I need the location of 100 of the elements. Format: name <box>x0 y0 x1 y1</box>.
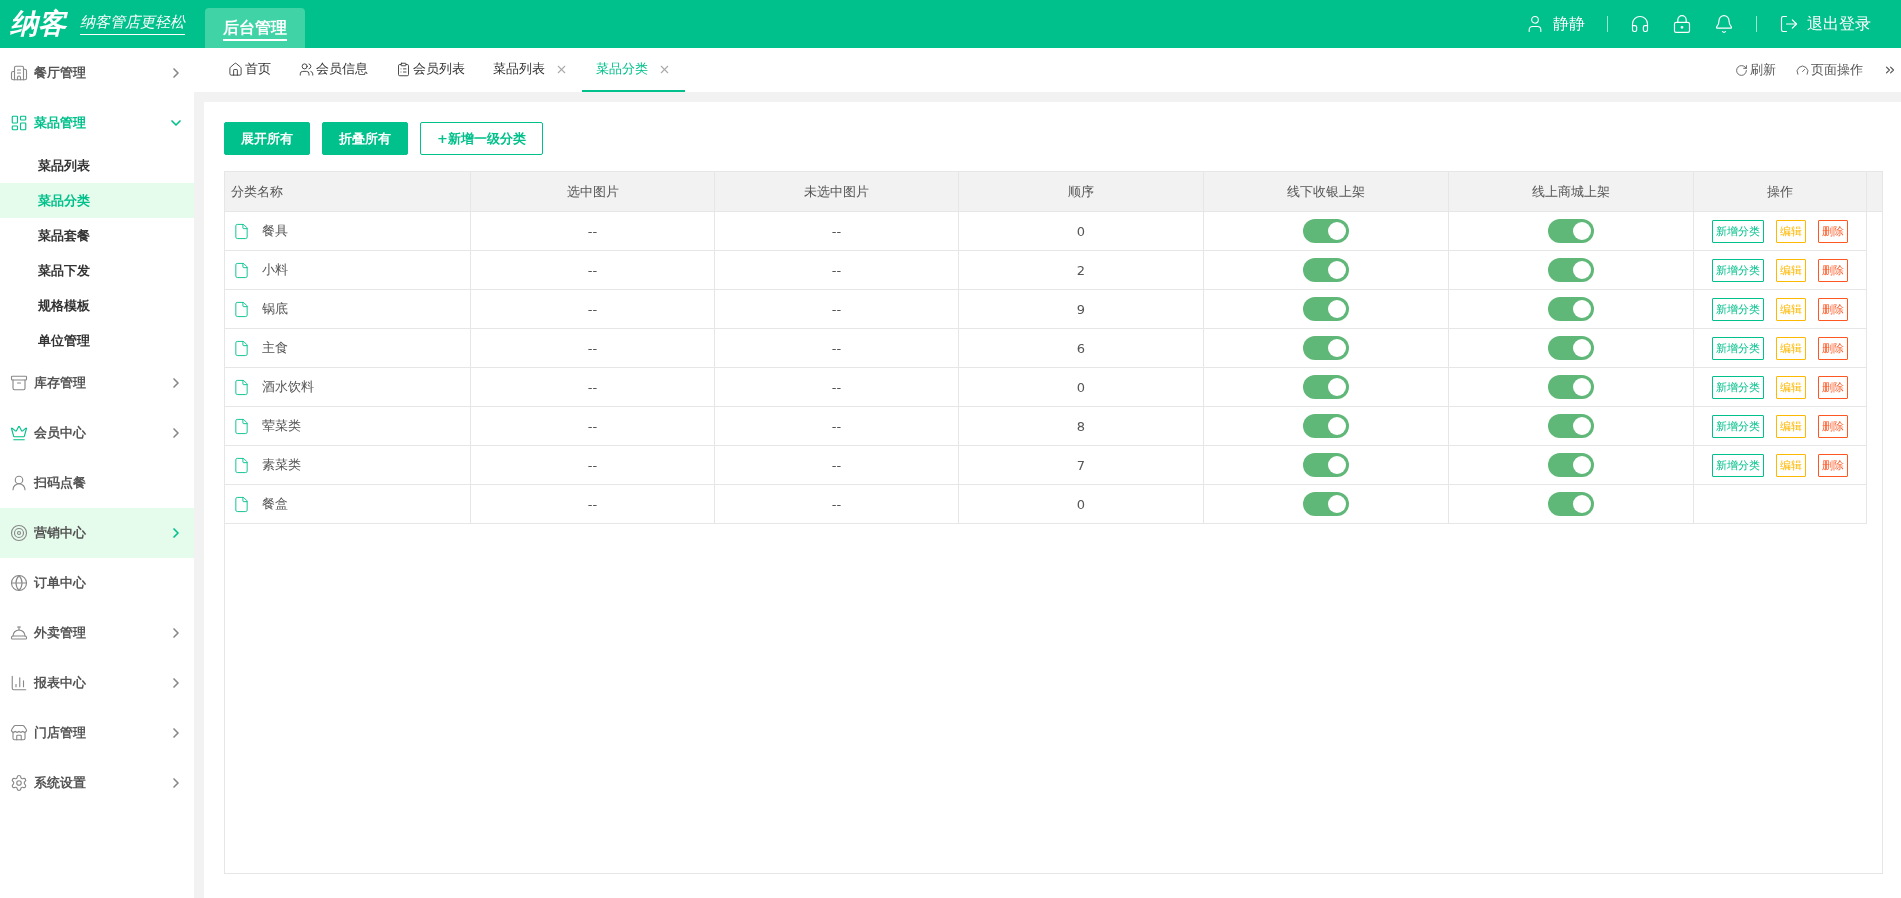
toggle-switch[interactable] <box>1548 219 1594 243</box>
table-cell: -- <box>471 446 715 485</box>
row-action-button[interactable]: 编辑 <box>1776 336 1806 360</box>
row-action-button[interactable]: 删除 <box>1818 297 1848 321</box>
logout-link[interactable]: 退出登录 <box>1807 13 1871 35</box>
row-action-button[interactable]: 新增分类 <box>1712 258 1764 282</box>
row-action-button[interactable]: 编辑 <box>1776 414 1806 438</box>
page-tab[interactable]: 首页 <box>214 48 285 92</box>
row-action-button[interactable]: 编辑 <box>1776 375 1806 399</box>
tab-action-button[interactable]: 页面操作 <box>1796 61 1863 79</box>
table-cell: 8 <box>959 407 1204 446</box>
table-cell: -- <box>471 368 715 407</box>
table-cell: 6 <box>959 329 1204 368</box>
logout-icon[interactable] <box>1779 14 1799 34</box>
column-header: 选中图片 <box>471 172 715 212</box>
file-icon <box>233 456 250 474</box>
sidebar-label: 会员中心 <box>34 424 87 442</box>
table-cell: 0 <box>959 368 1204 407</box>
row-action-button[interactable]: 编辑 <box>1776 258 1806 282</box>
toggle-switch[interactable] <box>1548 414 1594 438</box>
file-icon <box>233 261 250 279</box>
bell-icon[interactable] <box>1714 14 1734 34</box>
toggle-switch[interactable] <box>1303 297 1349 321</box>
row-action-button[interactable]: 删除 <box>1818 258 1848 282</box>
sidebar-label: 库存管理 <box>34 374 87 392</box>
toggle-switch[interactable] <box>1303 258 1349 282</box>
sidebar-label: 订单中心 <box>34 574 87 592</box>
row-action-button[interactable]: 编辑 <box>1776 453 1806 477</box>
toggle-switch[interactable] <box>1303 375 1349 399</box>
page-tab[interactable]: 会员信息 <box>285 48 382 92</box>
row-action-button[interactable]: 新增分类 <box>1712 375 1764 399</box>
sidebar-item[interactable]: 营销中心 <box>0 508 194 558</box>
toolbar-button[interactable]: 展开所有 <box>224 122 310 155</box>
category-name: 餐盒 <box>262 495 288 513</box>
sidebar-label: 门店管理 <box>34 724 87 742</box>
lock-icon[interactable] <box>1672 14 1692 34</box>
table-cell: -- <box>715 290 959 329</box>
refresh-icon <box>1735 63 1748 77</box>
toggle-switch[interactable] <box>1303 336 1349 360</box>
menu-icon <box>10 524 28 542</box>
row-action-button[interactable]: 编辑 <box>1776 219 1806 243</box>
toggle-switch[interactable] <box>1303 219 1349 243</box>
page-tab[interactable]: 会员列表 <box>382 48 479 92</box>
menu-icon <box>10 674 28 692</box>
row-action-button[interactable]: 编辑 <box>1776 297 1806 321</box>
sidebar-label: 系统设置 <box>34 774 87 792</box>
table-cell: -- <box>471 485 715 524</box>
row-action-button[interactable]: 新增分类 <box>1712 414 1764 438</box>
table-cell: -- <box>715 446 959 485</box>
row-action-button[interactable]: 删除 <box>1818 219 1848 243</box>
menu-icon <box>10 724 28 742</box>
menu-icon <box>10 424 28 442</box>
table-cell: -- <box>715 485 959 524</box>
category-name: 主食 <box>262 339 288 357</box>
table-cell: 0 <box>959 212 1204 251</box>
page-tab[interactable]: 菜品分类 <box>582 48 685 92</box>
file-icon <box>233 495 250 513</box>
menu-icon <box>10 374 28 392</box>
file-icon <box>233 222 250 240</box>
row-action-button[interactable]: 新增分类 <box>1712 297 1764 321</box>
user-name[interactable]: 静静 <box>1553 13 1585 35</box>
row-action-button[interactable]: 删除 <box>1818 336 1848 360</box>
toolbar-button[interactable]: +新增一级分类 <box>420 122 543 155</box>
toggle-switch[interactable] <box>1548 492 1594 516</box>
toggle-switch[interactable] <box>1548 297 1594 321</box>
row-action-button[interactable]: 删除 <box>1818 375 1848 399</box>
page-tab[interactable]: 菜品列表 <box>479 48 582 92</box>
toggle-switch[interactable] <box>1548 258 1594 282</box>
tab-icon <box>396 61 411 77</box>
headset-icon[interactable] <box>1630 14 1650 34</box>
gauge-icon <box>1796 63 1809 77</box>
submenu-item[interactable]: 菜品分类 <box>0 183 194 218</box>
table-cell: -- <box>471 212 715 251</box>
toggle-switch[interactable] <box>1548 336 1594 360</box>
row-action-button[interactable]: 删除 <box>1818 453 1848 477</box>
tab-icon <box>299 61 314 77</box>
row-action-button[interactable]: 新增分类 <box>1712 219 1764 243</box>
tab-label: 菜品分类 <box>596 60 648 78</box>
tab-label: 首页 <box>245 60 271 78</box>
row-action-button[interactable]: 新增分类 <box>1712 336 1764 360</box>
tab-label: 会员信息 <box>316 60 368 78</box>
toggle-switch[interactable] <box>1548 453 1594 477</box>
file-icon <box>233 300 250 318</box>
slogan: 纳客管店更轻松 <box>80 13 185 35</box>
tab-action-button[interactable]: 刷新 <box>1735 61 1776 79</box>
toggle-switch[interactable] <box>1303 453 1349 477</box>
toggle-switch[interactable] <box>1303 492 1349 516</box>
toggle-switch[interactable] <box>1548 375 1594 399</box>
module-tab[interactable]: 后台管理 <box>205 8 305 48</box>
toggle-switch[interactable] <box>1303 414 1349 438</box>
toolbar-button[interactable]: 折叠所有 <box>322 122 408 155</box>
table-cell: -- <box>715 329 959 368</box>
row-action-button[interactable]: 删除 <box>1818 414 1848 438</box>
column-header: 分类名称 <box>225 172 471 212</box>
row-action-button[interactable]: 新增分类 <box>1712 453 1764 477</box>
menu-icon <box>10 624 28 642</box>
chevrons-right-icon[interactable] <box>1883 63 1897 77</box>
menu-icon <box>10 114 28 132</box>
table-cell: 9 <box>959 290 1204 329</box>
table-cell: -- <box>715 251 959 290</box>
